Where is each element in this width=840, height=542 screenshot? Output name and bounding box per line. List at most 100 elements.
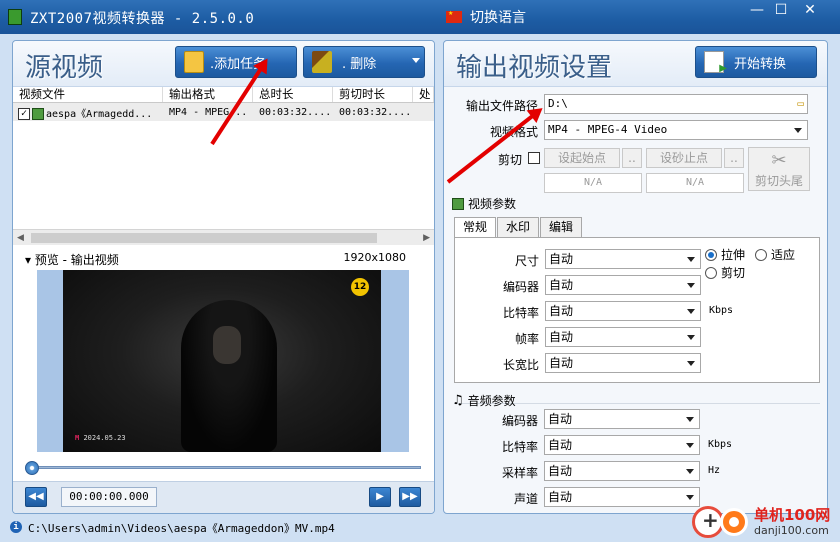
china-flag-icon [446,10,462,23]
row-cut: 00:03:32.... [339,106,412,118]
frame-rate-select[interactable]: 自动 [545,327,701,347]
audio-bitrate-unit: Kbps [708,439,733,450]
site-watermark: 单机100网 danji100.com [690,500,840,542]
frame-rate-label: 帧率 [514,332,539,346]
row-checkbox[interactable]: ✓ [18,107,30,120]
window-title: ZXT2007视频转换器 - 2.5.0.0 [30,11,255,27]
play-button[interactable]: ▶ [369,487,391,507]
video-encoder-select[interactable]: 自动 [545,275,701,295]
film-icon [452,197,464,210]
aspect-ratio-label: 长宽比 [502,358,539,372]
browse-folder-icon[interactable]: ▭ [797,95,804,113]
playback-controls: ◀◀ 00:00:00.000 ▶ ▶▶ [13,481,434,513]
seek-track[interactable] [37,466,421,469]
current-time: 00:00:00.000 [61,487,157,507]
convert-icon [704,51,727,74]
cut-head-tail-button[interactable]: ✂ 剪切头尾 [748,147,810,191]
close-button[interactable]: ✕ [788,1,832,21]
site-logo-circle-icon [720,508,748,536]
aspect-ratio-select[interactable]: 自动 [545,353,701,373]
audio-bitrate-select[interactable]: 自动 [544,435,700,455]
size-select[interactable]: 自动 [545,249,701,269]
scroll-left-icon[interactable]: ◀ [17,233,24,243]
scroll-right-icon[interactable]: ▶ [423,233,430,243]
audio-bitrate-label: 比特率 [501,440,538,454]
status-file-path: C:\Users\admin\Videos\aespa《Armageddon》M… [28,522,335,535]
task-table-header: 视频文件 输出格式 总时长 剪切时长 处 [13,87,434,103]
scissors-icon: ✂ [771,150,787,171]
source-video-panel: 源视频 .添加任务 . 删除 视频文件 输出格式 总时长 剪切时长 处 ✓ aes… [12,40,435,514]
video-bitrate-unit: Kbps [709,305,734,316]
output-path-field[interactable]: D:\ ▭ [544,94,808,114]
cut-checkbox[interactable] [528,152,540,164]
end-more-button[interactable]: .. [724,148,744,168]
start-more-button[interactable]: .. [622,148,642,168]
title-bar: ZXT2007视频转换器 - 2.5.0.0 切换语言 — ☐ ✕ [0,0,840,34]
radio-crop[interactable]: 剪切 [705,264,745,281]
seek-slider[interactable] [25,461,421,475]
radio-fit[interactable]: 适应 [755,246,795,263]
seek-knob[interactable] [25,461,39,475]
music-note-icon: ♫ [452,393,464,408]
audio-params-section: ♫ 音频参数 编码器 自动 比特率 自动 Kbps 采样率 自动 Hz 声道 自… [452,393,820,511]
video-face [213,326,241,364]
radio-stretch[interactable]: 拉伸 [705,246,745,263]
video-format-label: 视频格式 [448,123,538,140]
scrollbar-thumb[interactable] [31,233,377,243]
video-file-icon [32,107,44,120]
minimize-button[interactable]: — [744,1,770,21]
audio-params-title: ♫ 音频参数 [452,393,516,408]
tab-general[interactable]: 常规 [454,217,497,238]
source-video-title: 源视频 [25,53,104,83]
tab-edit[interactable]: 编辑 [540,217,583,237]
general-tab-body: 尺寸 自动 编码器 自动 比特率 自动 Kbps 帧率 自动 长宽比 自动 拉伸… [454,237,820,383]
fast-forward-button[interactable]: ▶▶ [399,487,421,507]
switch-language-button[interactable]: 切换语言 [446,7,526,27]
task-table: 视频文件 输出格式 总时长 剪切时长 处 ✓ aespa《Armagedd... … [13,87,434,121]
video-tabs: 常规 水印 编辑 [454,217,583,238]
end-point-value: N/A [646,173,744,193]
preview-resolution: 1920x1080 [343,251,407,264]
broom-icon [312,51,332,73]
channels-select[interactable]: 自动 [544,487,700,507]
row-total: 00:03:32.... [259,106,332,118]
delete-button[interactable]: . 删除 [303,46,425,78]
set-end-button[interactable]: 设砂止点 [646,148,722,168]
site-name: 单机100网 [754,506,831,524]
start-convert-button[interactable]: 开始转换 [695,46,817,78]
sample-rate-unit: Hz [708,465,721,476]
table-horizontal-scrollbar[interactable]: ◀ ▶ [13,229,434,245]
set-start-button[interactable]: 设起始点 [544,148,620,168]
output-settings-panel: 输出视频设置 开始转换 输出文件路径 D:\ ▭ 视频格式 MP4 - MPEG… [443,40,828,514]
col-status[interactable]: 处 [413,87,434,102]
rewind-button[interactable]: ◀◀ [25,487,47,507]
start-point-value: N/A [544,173,642,193]
video-bitrate-select[interactable]: 自动 [545,301,701,321]
chevron-down-icon [794,128,802,133]
add-task-button[interactable]: .添加任务 [175,46,297,78]
row-file-name: aespa《Armagedd... [46,108,153,120]
video-watermark: M 2024.05.23 [75,434,126,442]
preview-toggle[interactable]: ▾ 预览 - 输出视频 [25,251,119,268]
table-row[interactable]: ✓ aespa《Armagedd... MP4 - MPEG... 00:03:3… [13,103,434,121]
video-preview: 12 M 2024.05.23 [37,270,409,452]
site-url: danji100.com [754,524,829,537]
tab-watermark[interactable]: 水印 [497,217,540,237]
video-format-select[interactable]: MP4 - MPEG-4 Video [544,120,808,140]
age-rating-badge: 12 [351,278,369,296]
col-video-file[interactable]: 视频文件 [13,87,163,102]
audio-encoder-select[interactable]: 自动 [544,409,700,429]
video-frame-image: 12 M 2024.05.23 [63,270,381,452]
col-total-duration[interactable]: 总时长 [253,87,333,102]
sample-rate-select[interactable]: 自动 [544,461,700,481]
output-settings-title: 输出视频设置 [456,53,613,83]
video-params-title: 视频参数 [452,195,516,212]
video-figure [181,300,277,452]
video-encoder-label: 编码器 [502,280,539,294]
chevron-down-icon[interactable] [412,58,420,63]
channels-label: 声道 [513,492,538,506]
audio-encoder-label: 编码器 [501,414,538,428]
switch-language-label: 切换语言 [470,10,526,26]
col-cut-duration[interactable]: 剪切时长 [333,87,413,102]
app-icon [8,9,22,25]
